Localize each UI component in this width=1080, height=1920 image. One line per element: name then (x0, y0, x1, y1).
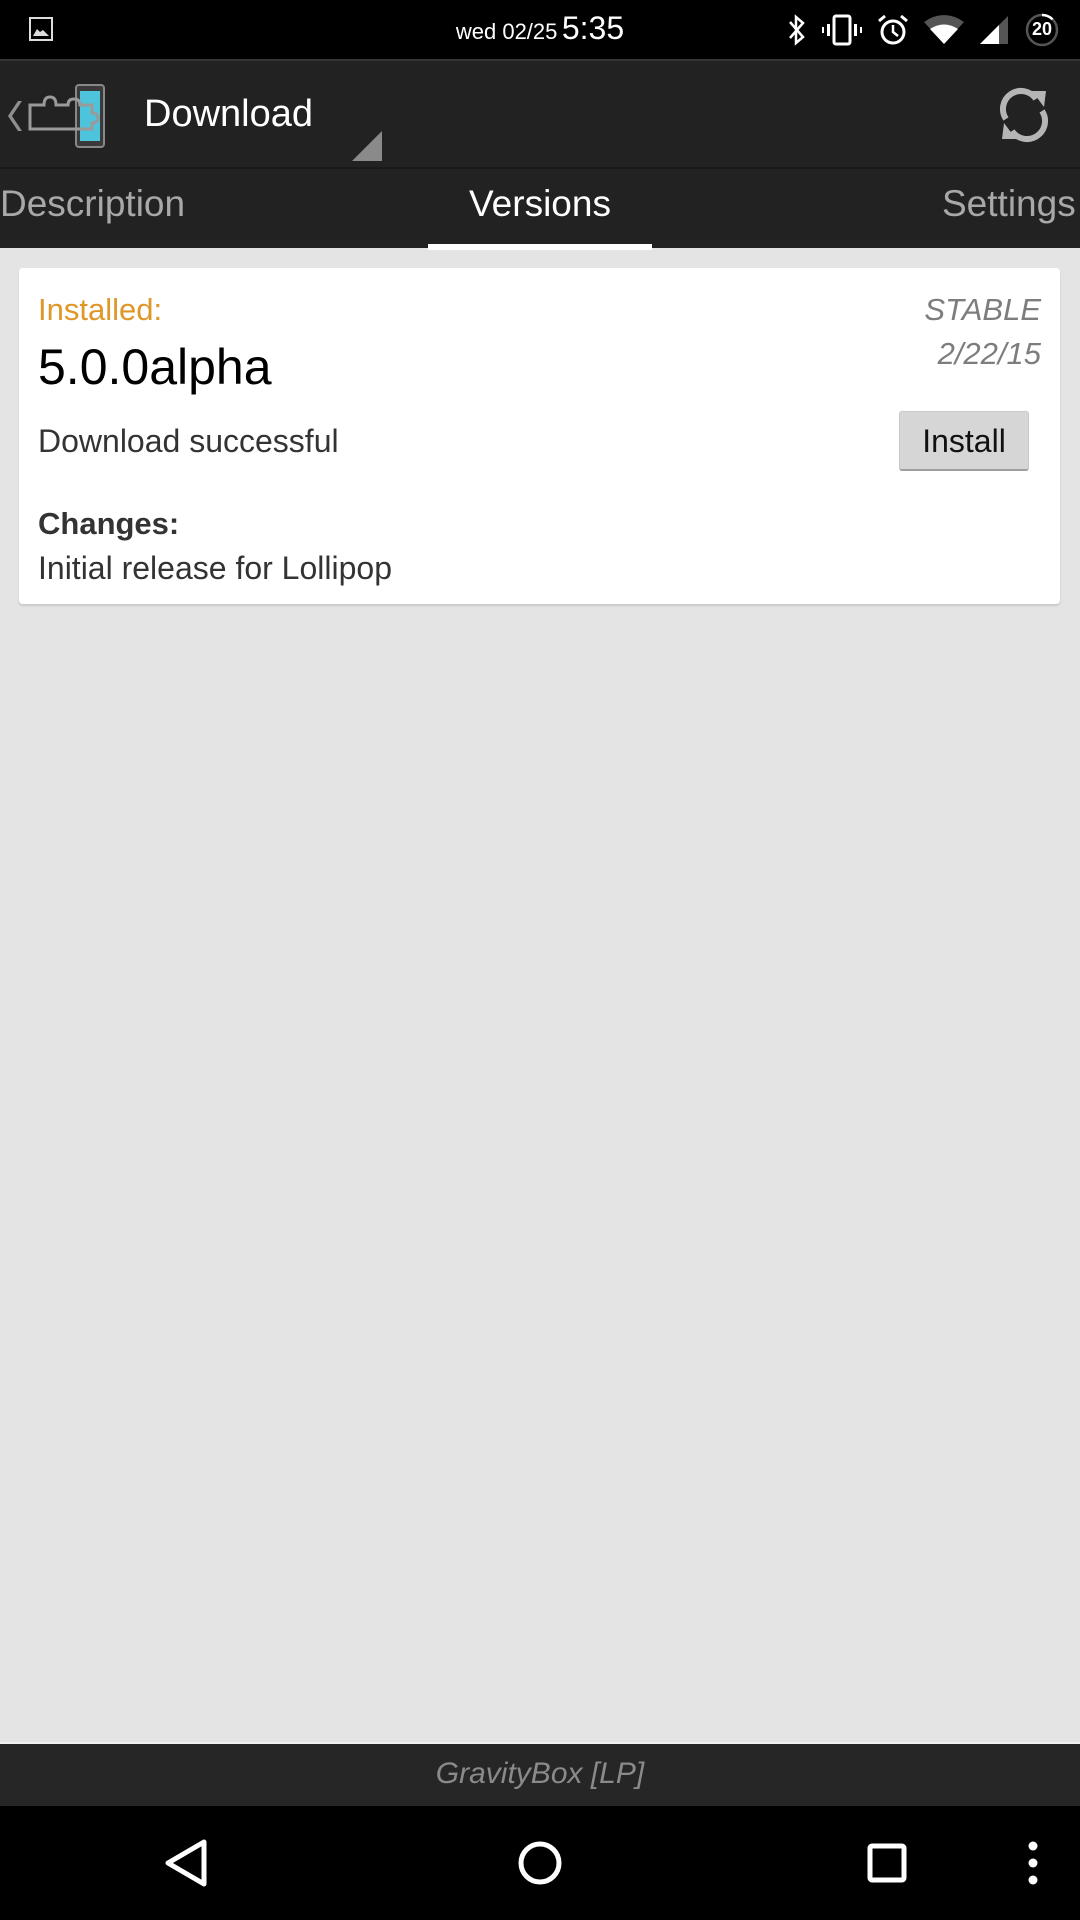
xposed-app-logo-icon[interactable] (26, 83, 108, 154)
action-bar: Download (0, 59, 1080, 167)
spinner-dropdown-icon[interactable] (352, 131, 382, 166)
cell-signal-icon (978, 14, 1010, 46)
tab-bar: Description Versions Settings (0, 167, 1080, 250)
tab-versions[interactable]: Versions (428, 183, 652, 225)
refresh-icon[interactable] (996, 87, 1052, 143)
version-name: 5.0.0alpha (38, 339, 272, 395)
battery-level: 20 (1031, 19, 1053, 39)
alarm-icon (876, 13, 910, 47)
module-name-footer: GravityBox [LP] (0, 1742, 1080, 1806)
tab-description[interactable]: Description (0, 183, 185, 225)
status-time: 5:35 (561, 10, 625, 46)
status-bar: wed 02/25 5:35 20 (0, 0, 1080, 59)
wifi-icon (924, 14, 964, 46)
release-branch: STABLE (924, 292, 1041, 327)
recents-icon[interactable] (862, 1836, 912, 1895)
tab-settings[interactable]: Settings (942, 183, 1076, 225)
overflow-menu-icon[interactable] (1018, 1836, 1048, 1895)
back-icon[interactable] (160, 1836, 210, 1895)
vibrate-icon (822, 13, 862, 47)
version-card: Installed: 5.0.0alpha STABLE 2/22/15 Dow… (19, 268, 1060, 604)
changes-text: Initial release for Lollipop (38, 550, 392, 586)
install-button[interactable]: Install (899, 411, 1029, 471)
installed-label: Installed: (38, 292, 163, 327)
download-status: Download successful (38, 423, 339, 459)
changes-heading: Changes: (38, 506, 180, 541)
status-date: wed 02/25 (455, 19, 558, 44)
up-caret-icon[interactable] (8, 99, 26, 138)
action-bar-title[interactable]: Download (144, 93, 313, 136)
release-date: 2/22/15 (937, 336, 1041, 371)
status-icons: 20 (786, 10, 1060, 50)
bluetooth-icon (786, 13, 808, 47)
battery-icon: 20 (1024, 12, 1060, 48)
navigation-bar (0, 1806, 1080, 1920)
home-icon[interactable] (514, 1836, 566, 1895)
active-tab-indicator (428, 244, 652, 250)
